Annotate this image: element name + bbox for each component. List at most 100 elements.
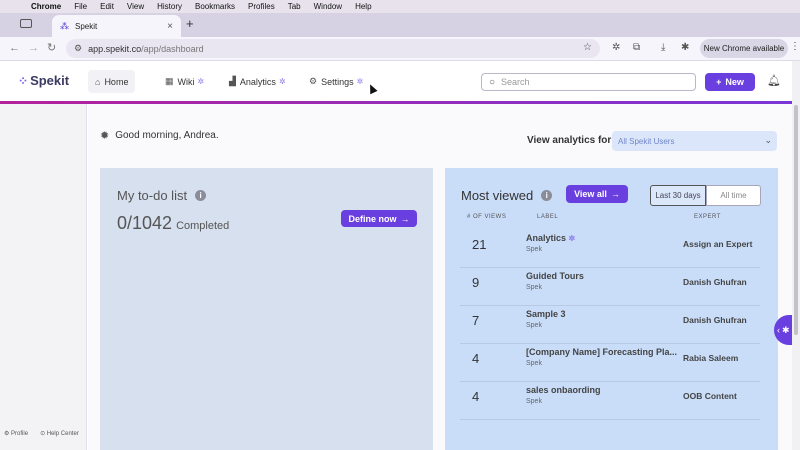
- menu-tab[interactable]: Tab: [288, 2, 301, 11]
- chevron-down-icon: ⌄: [764, 135, 772, 145]
- row-label[interactable]: sales onbaording: [526, 385, 678, 395]
- close-tab-icon[interactable]: ×: [167, 21, 173, 32]
- extension-sparkle-icon[interactable]: ✲: [612, 42, 620, 54]
- gear-icon: ⚙: [309, 76, 318, 86]
- todo-card: My to-do list i 0/1042 Completed Define n…: [100, 168, 433, 450]
- nav-analytics[interactable]: ▟ Analytics ✲: [222, 70, 293, 93]
- home-icon: ⌂: [95, 76, 101, 87]
- info-icon[interactable]: i: [541, 190, 553, 201]
- profile-link[interactable]: ⚙ Profile: [4, 430, 34, 437]
- bell-icon[interactable]: 🔔︎: [767, 74, 781, 87]
- menu-edit[interactable]: Edit: [100, 2, 114, 11]
- url-path: /app/dashboard: [141, 43, 204, 54]
- bookmark-star-icon[interactable]: ☆: [583, 42, 592, 53]
- sun-icon: ✹: [100, 130, 110, 142]
- url-host: app.spekit.co: [88, 43, 142, 54]
- extensions-puzzle-icon[interactable]: ⧉: [633, 42, 640, 54]
- row-label[interactable]: Analytics ✲: [526, 233, 678, 243]
- nav-home[interactable]: ⌂ Home: [88, 70, 136, 93]
- search-input[interactable]: ○ Search: [481, 73, 696, 91]
- range-last-30-days[interactable]: Last 30 days: [650, 185, 706, 206]
- search-placeholder: Search: [501, 77, 530, 87]
- table-row[interactable]: 7 Sample 3 Spek Danish Ghufran: [460, 306, 760, 344]
- site-info-icon[interactable]: ⚙: [74, 43, 82, 54]
- menu-help[interactable]: Help: [355, 2, 371, 11]
- view-all-label: View all: [574, 189, 607, 199]
- new-tab-icon[interactable]: +: [186, 17, 194, 30]
- spekit-logo[interactable]: ⁘ Spekit: [18, 73, 69, 88]
- row-expert: Danish Ghufran: [683, 277, 747, 287]
- menu-history[interactable]: History: [157, 2, 182, 11]
- nav-home-label: Home: [104, 76, 129, 87]
- row-views: 7: [472, 313, 480, 328]
- spekit-favicon-icon: ⁂: [60, 20, 69, 31]
- row-views: 21: [472, 237, 487, 252]
- download-icon[interactable]: ⤓: [661, 42, 665, 54]
- view-analytics-value: All Spekit Users: [618, 136, 675, 146]
- tab-overview-icon[interactable]: [20, 19, 32, 28]
- search-icon: ○: [489, 76, 496, 88]
- col-header-label: LABEL: [537, 214, 559, 220]
- app-header: ⁘ Spekit ⌂ Home ▦ Wiki ✲ ▟ Analytics ✲ ⚙…: [0, 61, 792, 101]
- col-header-expert: EXPERT: [694, 214, 721, 220]
- spekit-extension-icon[interactable]: ✱: [681, 42, 689, 54]
- macos-menubar: Chrome File Edit View History Bookmarks …: [0, 0, 800, 13]
- sidebar-footer: ⚙ Profile ⊙ Help Center: [4, 430, 91, 437]
- row-expert: Rabia Saleem: [683, 353, 739, 363]
- row-expert: Assign an Expert: [683, 239, 753, 249]
- menu-chrome[interactable]: Chrome: [31, 2, 61, 11]
- row-views: 4: [472, 351, 480, 366]
- menu-bookmarks[interactable]: Bookmarks: [195, 2, 235, 11]
- sparkle-icon: ✲: [568, 234, 576, 243]
- most-viewed-card: Most viewed i View all → Last 30 days Al…: [445, 168, 778, 450]
- sidebar: [0, 104, 87, 450]
- nav-settings[interactable]: ⚙ Settings ✲: [302, 70, 370, 93]
- bar-chart-icon: ▟: [229, 76, 236, 86]
- col-header-views: # OF VIEWS: [467, 214, 507, 220]
- nav-analytics-label: Analytics: [239, 76, 276, 87]
- greeting-text: Good morning, Andrea.: [115, 130, 219, 141]
- row-expert: OOB Content: [683, 391, 737, 401]
- range-all-time[interactable]: All time: [706, 185, 761, 206]
- info-icon[interactable]: i: [195, 190, 207, 201]
- row-views: 4: [472, 389, 480, 404]
- tab-title: Spekit: [75, 21, 98, 31]
- new-button[interactable]: + New: [705, 73, 755, 91]
- define-now-label: Define now: [348, 213, 397, 224]
- address-bar[interactable]: ⚙ app.spekit.co/app/dashboard ☆: [66, 39, 600, 58]
- chrome-menu-icon[interactable]: ⋮: [790, 41, 800, 53]
- todo-count: 0/1042 Completed: [117, 213, 229, 234]
- table-row[interactable]: 9 Guided Tours Spek Danish Ghufran: [460, 268, 760, 306]
- todo-completed-label: Completed: [176, 220, 230, 232]
- most-viewed-title-text: Most viewed: [461, 188, 534, 203]
- plus-icon: +: [716, 77, 722, 87]
- table-row[interactable]: 4 [Company Name] Forecasting Pla... Spek…: [460, 344, 760, 382]
- back-icon[interactable]: ←: [9, 42, 20, 54]
- todo-title: My to-do list i: [117, 188, 207, 203]
- view-all-button[interactable]: View all →: [566, 185, 628, 203]
- menu-window[interactable]: Window: [314, 2, 342, 11]
- browser-tab[interactable]: ⁂ Spekit ×: [52, 15, 181, 37]
- forward-icon[interactable]: →: [28, 42, 39, 54]
- scrollbar-thumb[interactable]: [794, 105, 798, 335]
- menu-file[interactable]: File: [74, 2, 87, 11]
- menu-view[interactable]: View: [127, 2, 144, 11]
- arrow-right-icon: →: [400, 213, 410, 224]
- table-row[interactable]: 4 sales onbaording Spek OOB Content: [460, 382, 760, 420]
- define-now-button[interactable]: Define now →: [341, 210, 417, 227]
- grid-icon: ▦: [165, 76, 174, 86]
- row-label[interactable]: Sample 3: [526, 309, 678, 319]
- row-label[interactable]: Guided Tours: [526, 271, 678, 281]
- reload-icon[interactable]: ↻: [47, 42, 56, 54]
- view-analytics-select[interactable]: All Spekit Users ⌄: [612, 131, 777, 151]
- table-row[interactable]: 21 Analytics ✲ Spek Assign an Expert: [460, 230, 760, 268]
- nav-wiki[interactable]: ▦ Wiki ✲: [158, 70, 211, 93]
- row-label[interactable]: [Company Name] Forecasting Pla...: [526, 347, 678, 357]
- row-type: Spek: [526, 360, 542, 367]
- apple-icon[interactable]: [10, 2, 19, 11]
- spekit-logo-icon: ⁘: [18, 73, 29, 88]
- new-button-label: New: [725, 77, 744, 87]
- new-chrome-available-button[interactable]: New Chrome available: [700, 39, 788, 58]
- help-center-link[interactable]: ⊙ Help Center: [40, 430, 85, 437]
- menu-profiles[interactable]: Profiles: [248, 2, 275, 11]
